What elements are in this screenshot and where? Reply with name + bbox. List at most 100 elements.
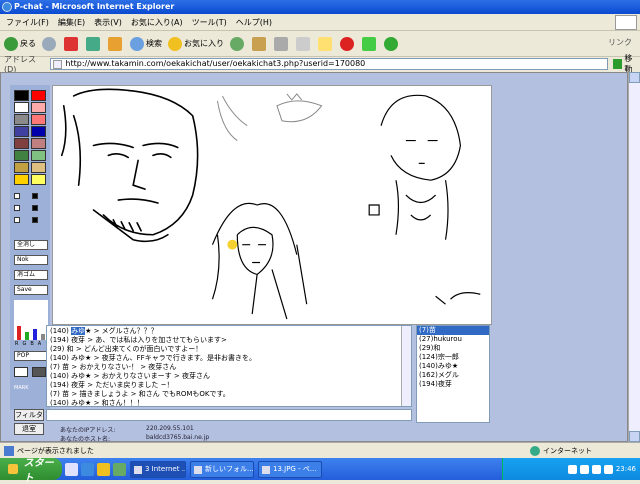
page-done-icon [4, 445, 14, 456]
history-button[interactable] [230, 36, 246, 51]
color-swatch[interactable] [14, 174, 29, 185]
color-swatch[interactable] [31, 174, 46, 185]
toolbar-u-button[interactable] [340, 36, 356, 51]
ie-icon [2, 2, 12, 12]
scroll-up-button[interactable] [629, 72, 640, 83]
color-swatch[interactable] [31, 126, 46, 137]
pen-size-1[interactable] [14, 193, 20, 199]
page-icon [53, 60, 63, 69]
message-input[interactable] [46, 409, 412, 421]
color-swatch[interactable] [14, 162, 29, 173]
save-button[interactable]: Save [14, 285, 48, 295]
chat-scrollbar[interactable] [401, 326, 411, 406]
user-list-item[interactable]: (7)苗 [417, 326, 489, 335]
user-list[interactable]: (7)苗 (27)hukurou (29)和 (124)宗一郎 (140)みゆ★ (162… [416, 325, 490, 423]
chat-message: (140) みゆ★ > メグルさん？？？ [50, 327, 408, 336]
edit-button[interactable] [296, 36, 312, 51]
green-slider[interactable] [25, 332, 29, 340]
task-paint[interactable]: 13.JPG - ペ... [258, 460, 322, 478]
links-label[interactable]: リンク [608, 37, 632, 48]
tray-icon-2[interactable] [579, 464, 589, 474]
tray-icon-4[interactable] [603, 464, 613, 474]
pop-button[interactable]: POP [14, 351, 48, 361]
color-swatch[interactable] [14, 102, 29, 113]
sketch-girl-left [211, 202, 308, 320]
menu-file[interactable]: ファイル(F) [6, 17, 49, 28]
user-list-item[interactable]: (162)メグル [417, 371, 489, 380]
tray-icon-1[interactable] [567, 464, 577, 474]
color-swatch[interactable] [31, 162, 46, 173]
color-swatch[interactable] [14, 90, 29, 101]
pen-size-2[interactable] [32, 193, 38, 199]
task-ie[interactable]: 3 Internet ... [130, 460, 186, 478]
print-button[interactable] [274, 36, 290, 51]
user-list-item[interactable]: (194)夜芽 [417, 380, 489, 389]
color-swatch[interactable] [14, 150, 29, 161]
windows-flag-icon [8, 464, 18, 474]
menu-view[interactable]: 表示(V) [94, 17, 122, 28]
sketch-animal [216, 93, 323, 141]
blue-slider[interactable] [33, 329, 37, 340]
quicklaunch-app-icon[interactable] [113, 462, 126, 476]
quicklaunch-folder-icon[interactable] [97, 462, 110, 476]
back-button[interactable]: 戻る [4, 36, 36, 51]
chat-message-text: みゆ★ > 夜芽さん、FFキャラで行きます。是非お書きを。 [71, 354, 257, 362]
quicklaunch-desktop-icon[interactable] [65, 462, 78, 476]
chat-message: (140) みゆ★ > 和さん！！！ [50, 399, 408, 407]
red-slider[interactable] [17, 326, 21, 340]
stop-button[interactable] [64, 36, 80, 51]
quicklaunch-ie-icon[interactable] [81, 462, 94, 476]
tray-icon-3[interactable] [591, 464, 601, 474]
color-swatch[interactable] [14, 114, 29, 125]
filter-button[interactable]: フィルタ [14, 409, 44, 421]
address-input[interactable]: http://www.takamin.com/oekakichat/user/o… [50, 58, 608, 70]
task-folder[interactable]: 新しいフォル... [190, 460, 254, 478]
color-swatch[interactable] [31, 138, 46, 149]
search-button[interactable]: 検索 [130, 36, 162, 51]
exit-button[interactable]: 退室 [14, 423, 44, 435]
chat-message: (194) 夜芽 > あ、では私は入りを加させてもらいます> [50, 336, 408, 345]
note-button[interactable] [318, 36, 334, 51]
drawing-canvas[interactable] [52, 85, 492, 325]
eraser-button[interactable]: 消ゴム [14, 270, 48, 280]
favorites-button[interactable]: お気に入り [168, 36, 224, 51]
pen-size-5[interactable] [14, 217, 20, 223]
pen-size-4[interactable] [32, 205, 38, 211]
menu-tools[interactable]: ツール(T) [192, 17, 227, 28]
refresh-button[interactable] [86, 36, 102, 51]
toolbar-a-button[interactable] [362, 36, 378, 51]
search-label: 検索 [146, 39, 162, 48]
rgb-sliders[interactable] [14, 300, 48, 340]
mail-icon[interactable] [14, 367, 28, 377]
clock[interactable]: 23:46 [616, 465, 636, 473]
a-icon [362, 36, 376, 51]
start-button[interactable]: スタート [0, 458, 62, 484]
pen-size-3[interactable] [14, 205, 20, 211]
nok-button[interactable]: Nok [14, 255, 48, 265]
user-list-item[interactable]: (140)みゆ★ [417, 362, 489, 371]
home-button[interactable] [108, 36, 124, 51]
menu-edit[interactable]: 編集(E) [58, 17, 85, 28]
scroll-down-button[interactable] [629, 431, 640, 442]
clear-all-button[interactable]: 全消し [14, 240, 48, 250]
color-swatch[interactable] [31, 90, 46, 101]
chat-message-author[interactable]: みゆ [71, 327, 86, 335]
page-scrollbar[interactable] [628, 72, 640, 442]
chat-message-id: (140) [50, 399, 72, 407]
pen-size-6[interactable] [32, 217, 38, 223]
menu-help[interactable]: ヘルプ(H) [236, 17, 272, 28]
mail-button[interactable] [252, 36, 268, 51]
color-swatch[interactable] [14, 138, 29, 149]
forward-button[interactable] [42, 36, 58, 51]
alpha-slider[interactable] [41, 334, 45, 340]
user-list-item[interactable]: (124)宗一郎 [417, 353, 489, 362]
messenger-button[interactable] [384, 36, 400, 51]
color-swatch[interactable] [31, 114, 46, 125]
color-swatch[interactable] [31, 150, 46, 161]
address-label: アドレス(D) [4, 55, 36, 74]
color-swatch[interactable] [31, 102, 46, 113]
menu-favorites[interactable]: お気に入り(A) [131, 17, 183, 28]
user-list-item[interactable]: (27)hukurou [417, 335, 489, 344]
color-swatch[interactable] [14, 126, 29, 137]
user-list-item[interactable]: (29)和 [417, 344, 489, 353]
